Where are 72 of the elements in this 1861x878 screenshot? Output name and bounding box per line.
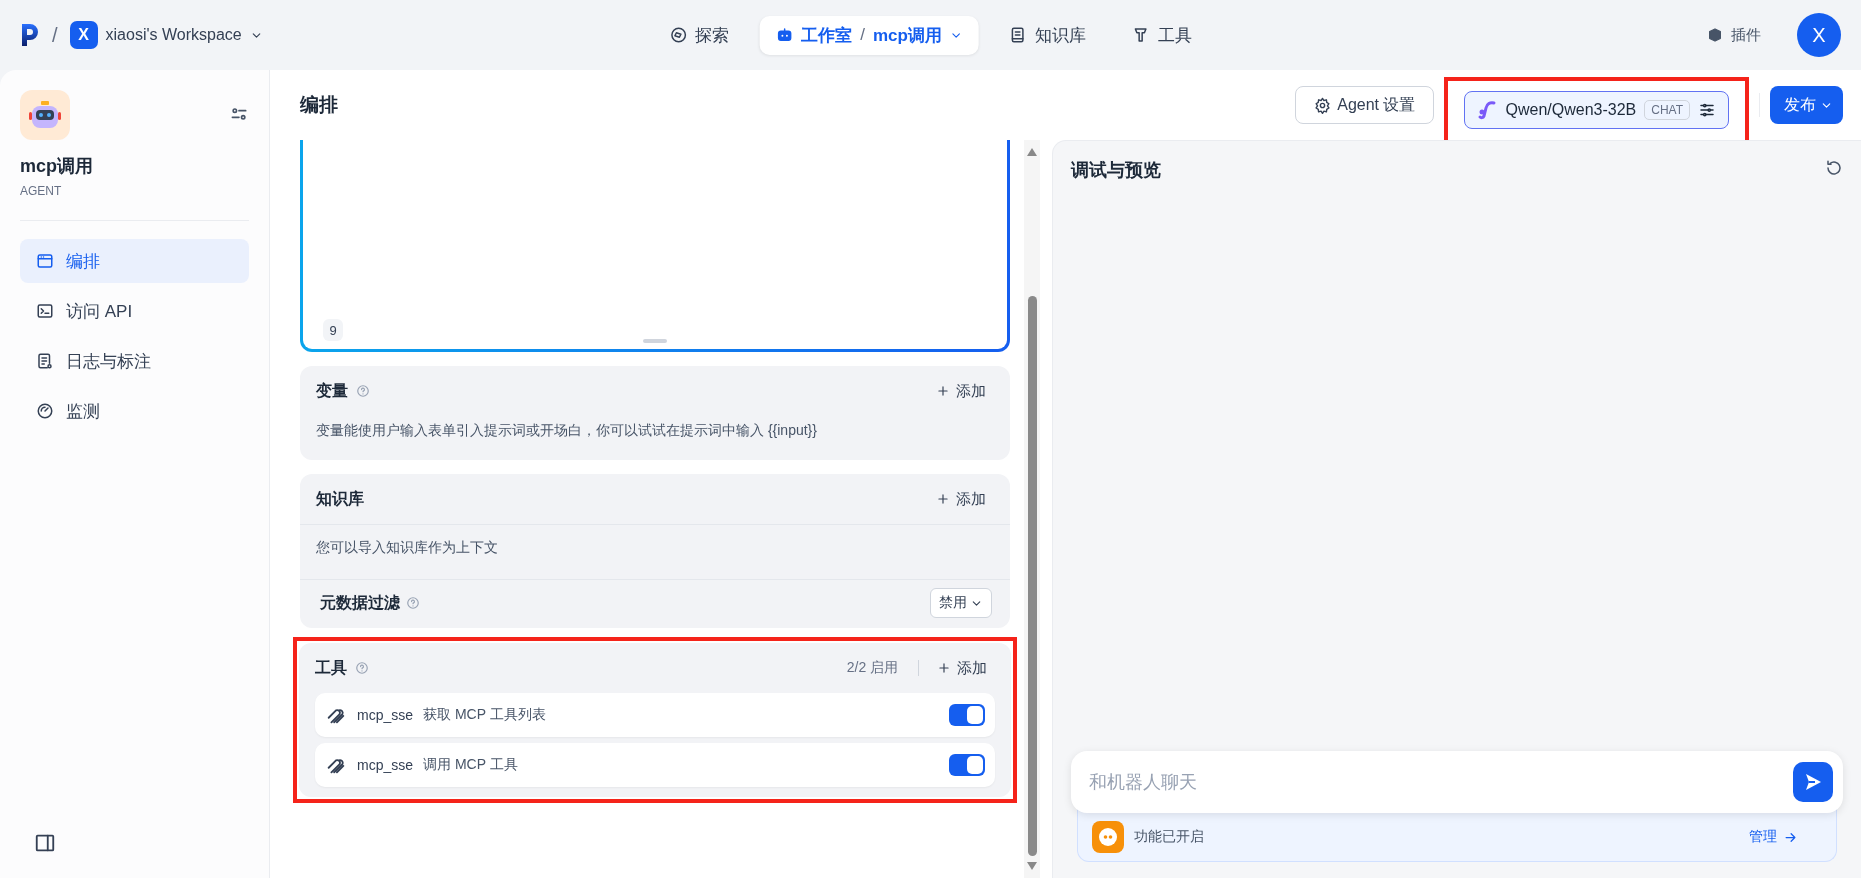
plus-icon — [936, 384, 951, 398]
feature-status: 功能已开启 — [1134, 828, 1204, 846]
app-name: mcp调用 — [20, 155, 94, 178]
section-description: 您可以导入知识库作为上下文 — [300, 524, 1011, 579]
quote-icon — [1092, 821, 1124, 853]
section-description: 变量能使用户输入表单引入提示词或开场白，你可以试试在提示词中输入 {{input}} — [315, 421, 818, 440]
refresh-icon — [1825, 159, 1843, 177]
add-button[interactable]: 添加 — [928, 485, 995, 513]
sidebar-item[interactable]: 编排 — [20, 239, 249, 283]
tab-label: 探索 — [695, 24, 730, 47]
toggle-switch[interactable] — [949, 754, 986, 776]
tool-name: 调用 MCP 工具 — [423, 756, 518, 774]
help-icon — [406, 596, 420, 610]
line-number: 9 — [323, 319, 343, 341]
plugins-link[interactable]: 插件 — [1691, 17, 1777, 53]
document-icon — [36, 352, 54, 370]
panel-title: 调试与预览 — [1071, 159, 1161, 182]
gauge-icon — [36, 402, 54, 420]
compass-icon — [669, 26, 688, 44]
plus-icon — [937, 661, 952, 675]
tool-provider: mcp_sse — [357, 707, 414, 723]
tool-provider: mcp_sse — [357, 757, 414, 773]
sidebar-item[interactable]: 监测 — [20, 389, 249, 433]
cube-icon — [1707, 27, 1723, 43]
add-button[interactable]: 添加 — [929, 654, 996, 682]
agent-settings-button[interactable]: Agent 设置 — [1295, 86, 1435, 124]
settings-icon — [1314, 96, 1332, 114]
workspace-switcher[interactable]: X xiaosi's Workspace — [69, 21, 263, 49]
user-avatar[interactable]: X — [1797, 13, 1841, 57]
nav-tab[interactable]: 知识库 — [992, 15, 1102, 55]
model-selector[interactable]: Qwen/Qwen3-32B CHAT — [1464, 91, 1729, 129]
breadcrumb-separator: / — [52, 23, 58, 47]
send-icon — [1803, 772, 1823, 792]
chat-field[interactable]: 和机器人聊天 — [1071, 751, 1843, 813]
app-name: mcp调用 — [872, 24, 942, 47]
model-logo-icon — [1477, 100, 1498, 120]
breadcrumb-separator: / — [860, 25, 865, 45]
section-title: 变量 — [316, 380, 348, 401]
sidebar-item[interactable]: 访问 API — [20, 289, 249, 333]
tab-label: 知识库 — [1034, 24, 1086, 47]
tab-label: 工作室 — [801, 24, 853, 47]
section-title: 知识库 — [316, 488, 364, 509]
sidebar-item[interactable]: 日志与标注 — [20, 339, 249, 383]
scroll-up-icon[interactable] — [1027, 148, 1038, 156]
nav-tab[interactable]: 探索 — [653, 15, 746, 55]
filter-select[interactable]: 禁用 — [930, 588, 993, 618]
section-title: 工具 — [315, 657, 347, 678]
app-type: AGENT — [20, 184, 63, 198]
sidebar-toggle-icon — [34, 832, 56, 854]
publish-button[interactable]: 发布 — [1770, 86, 1843, 124]
terminal-icon — [36, 302, 54, 320]
send-button[interactable] — [1793, 762, 1833, 802]
robot-icon — [775, 26, 794, 44]
enabled-count: 2/2 启用 — [846, 659, 899, 677]
sliders-icon — [1698, 101, 1716, 119]
manage-link[interactable]: 管理 — [1743, 827, 1804, 847]
window-icon — [36, 252, 54, 270]
add-button[interactable]: 添加 — [928, 377, 995, 405]
toggle-switch[interactable] — [949, 704, 986, 726]
nav-tab[interactable]: 工作室 / mcp调用 — [759, 15, 979, 55]
scroll-down-icon[interactable] — [1027, 862, 1038, 870]
scrollbar[interactable] — [1024, 140, 1040, 878]
plus-icon — [936, 492, 951, 506]
page-title: 编排 — [300, 93, 338, 117]
robot-icon — [20, 90, 70, 140]
nav-tab[interactable]: 工具 — [1115, 15, 1208, 55]
mode-tag: CHAT — [1644, 100, 1690, 120]
logo-icon — [20, 22, 40, 48]
tool-name: 获取 MCP 工具列表 — [423, 706, 546, 724]
filter-label: 元数据过滤 — [320, 592, 400, 613]
tab-label: 工具 — [1157, 24, 1192, 47]
chat-input[interactable]: 和机器人聊天 — [1087, 770, 1793, 794]
